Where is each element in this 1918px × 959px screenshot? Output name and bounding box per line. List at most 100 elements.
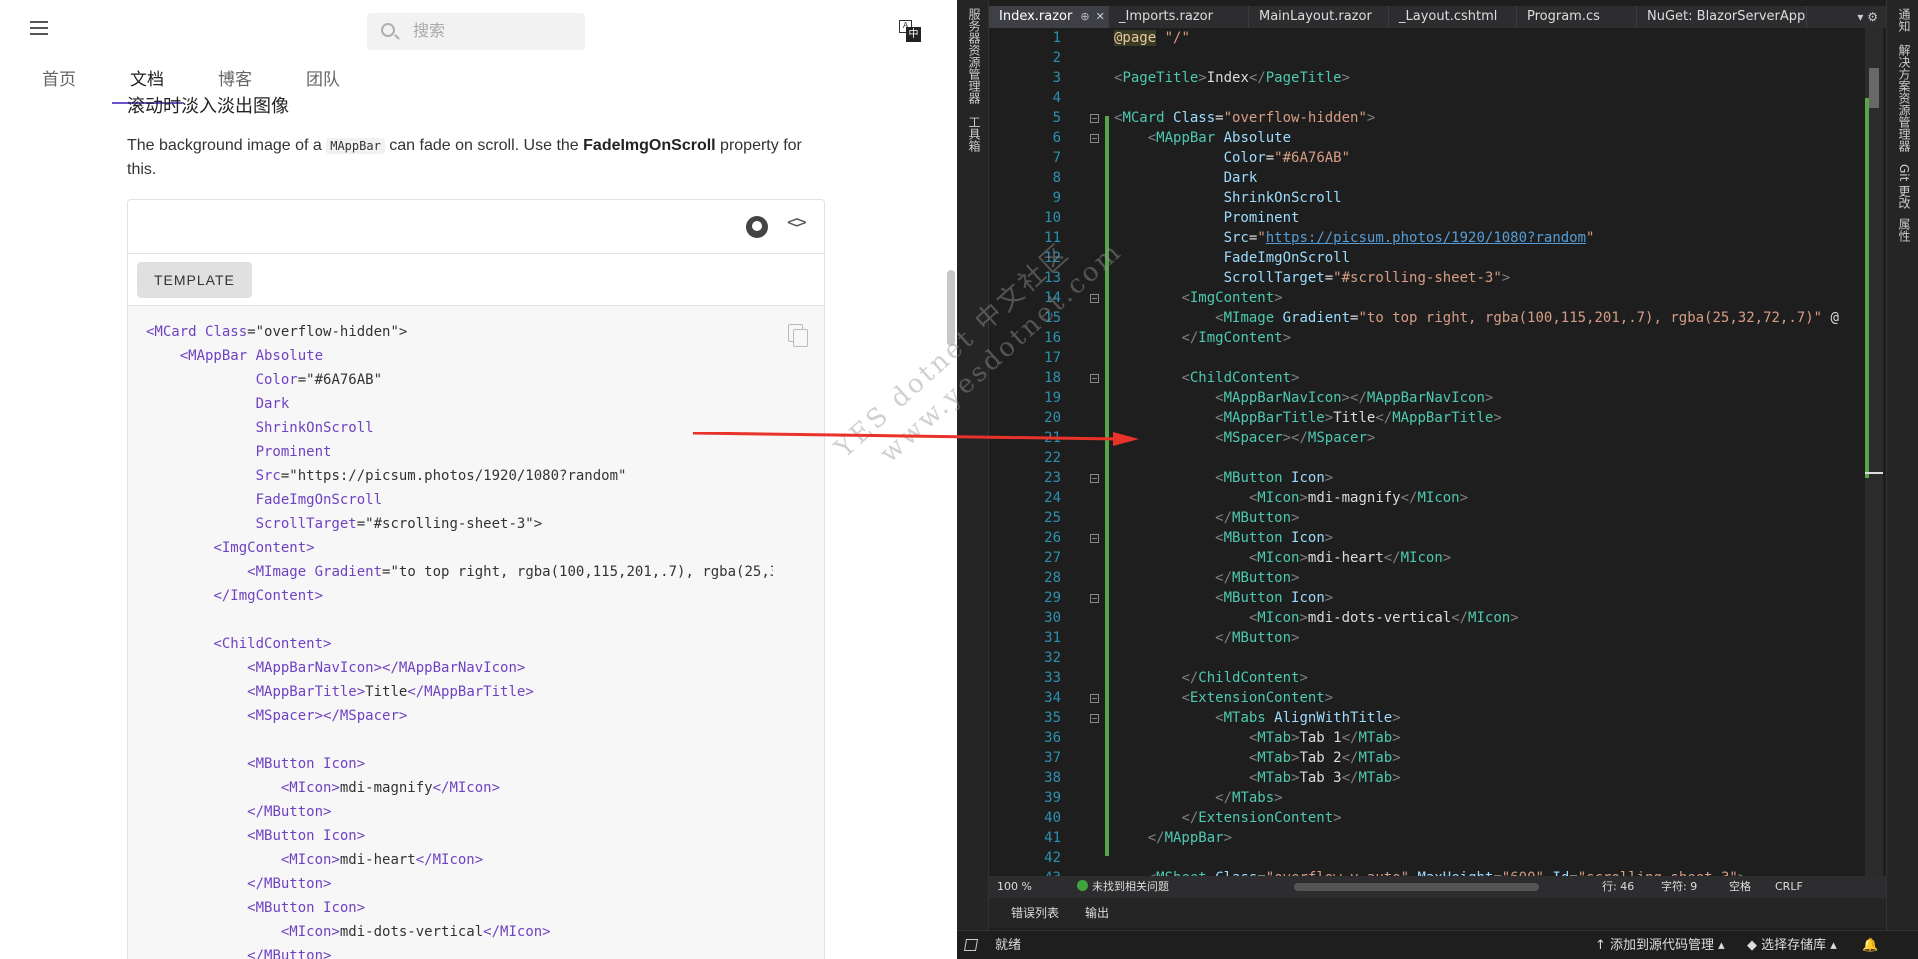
code-token: > — [1291, 630, 1300, 646]
tab-layout-cshtml[interactable]: _Layout.cshtml — [1389, 6, 1517, 28]
select-repository[interactable]: ◆ 选择存储库 ▴ — [1747, 931, 1837, 959]
code-token: </ — [1181, 330, 1199, 346]
code-editor[interactable]: 1 2 3 4 5 6 7 8 9 10 11 12 13 14 15 16 17 18 19 20 21 22 23 24 2… — [989, 28, 1886, 876]
code-line: </ImgContent> — [146, 584, 773, 608]
output-tab[interactable]: 输出 — [1085, 906, 1109, 920]
fold-toggle-icon[interactable]: − — [1090, 534, 1099, 543]
template-button[interactable]: TEMPLATE — [137, 262, 252, 298]
eol-indicator[interactable]: CRLF — [1775, 876, 1803, 898]
code-token: MTab — [1257, 770, 1292, 786]
code-line: </MButton> — [146, 872, 773, 896]
code-token: </ — [1248, 70, 1266, 86]
line-number: 3 — [1052, 70, 1061, 86]
code-token: <MButton — [247, 828, 324, 844]
code-line: ScrollTarget="#scrolling-sheet-3"> — [1114, 268, 1854, 288]
code-token: > — [1299, 550, 1308, 566]
code-token: mdi-heart — [1307, 550, 1384, 566]
code-token: > — [1198, 70, 1207, 86]
tab-nuget[interactable]: NuGet: BlazorServerApp — [1637, 6, 1807, 28]
fold-toggle-icon[interactable]: − — [1090, 694, 1099, 703]
editor-text[interactable]: @page "/" <PageTitle>Index</PageTitle> <MC… — [1114, 28, 1854, 876]
nav-home[interactable]: 首页 — [24, 62, 94, 102]
code-token: "overflow-hidden" — [1223, 110, 1367, 126]
fold-toggle-icon[interactable]: − — [1090, 134, 1099, 143]
code-line: <MButton Icon> — [146, 752, 773, 776]
menu-icon[interactable] — [30, 21, 48, 35]
tab-program-cs[interactable]: Program.cs — [1517, 6, 1637, 28]
code-token: > — [1324, 410, 1334, 426]
code-token: ="to top right, rgba(100,115,201,.7), rg… — [382, 564, 773, 580]
page-scrollbar[interactable] — [947, 270, 955, 346]
git-changes-tab[interactable]: Git 更改 — [1896, 164, 1913, 209]
code-token: </MAppBarTitle> — [407, 684, 534, 700]
code-token: <MIcon> — [280, 924, 340, 940]
nav-team[interactable]: 团队 — [288, 62, 358, 102]
fold-toggle-icon[interactable]: − — [1090, 374, 1099, 383]
close-icon[interactable]: ✕ — [1096, 10, 1105, 23]
code-line: </ChildContent> — [1114, 668, 1854, 688]
fold-toggle-icon[interactable]: − — [1090, 714, 1099, 723]
code-token: Absolute — [255, 348, 324, 364]
line-number: 1 — [1052, 30, 1061, 46]
code-line: </MButton> — [1114, 628, 1854, 648]
editor-scrollbar[interactable] — [1865, 28, 1883, 876]
fold-toggle-icon[interactable]: − — [1090, 594, 1099, 603]
properties-tab[interactable]: 属性 — [1896, 218, 1913, 242]
search-icon — [381, 23, 395, 37]
toolbox-tab[interactable]: 工具箱 — [966, 116, 983, 152]
pin-icon[interactable]: ⊕ — [1080, 10, 1089, 23]
code-token: Icon — [1291, 470, 1325, 486]
code-token: MTab — [1257, 730, 1292, 746]
code-token: > — [1442, 550, 1452, 566]
code-line: <MAppBarTitle>Title</MAppBarTitle> — [1114, 408, 1854, 428]
desc-bold: FadeImgOnScroll — [583, 137, 716, 154]
code-line: <MButton Icon> — [1114, 528, 1854, 548]
scroll-thumb[interactable] — [1869, 68, 1879, 108]
tab-imports-razor[interactable]: _Imports.razor — [1109, 6, 1249, 28]
line-number: 22 — [1044, 450, 1061, 466]
error-list-tab[interactable]: 错误列表 — [989, 906, 1059, 920]
search-input[interactable]: 搜索 — [367, 13, 585, 50]
code-token: </MButton> — [247, 804, 332, 820]
solution-explorer-tab[interactable]: 解决方案资源管理器 — [1896, 44, 1913, 152]
code-line: <MTab>Tab 1</MTab> — [1114, 728, 1854, 748]
indent-indicator[interactable]: 空格 — [1729, 876, 1751, 898]
document-tabs: Index.razor ⊕ ✕ _Imports.razor MainLayout.… — [989, 6, 1886, 28]
notifications-tab[interactable]: 通知 — [1896, 8, 1913, 32]
code-line: <MImage Gradient="to top right, rgba(100… — [146, 560, 773, 584]
code-token: > — [1291, 570, 1300, 586]
issues-indicator[interactable]: 未找到相关问题 — [1077, 876, 1169, 898]
tab-dropdown-icon[interactable]: ▾ ⚙ — [1857, 6, 1878, 28]
code-token: @page — [1114, 30, 1157, 46]
code-token: Class — [205, 324, 248, 340]
tab-mainlayout-razor[interactable]: MainLayout.razor — [1249, 6, 1389, 28]
fold-toggle-icon[interactable]: − — [1090, 474, 1099, 483]
status-ready: 就绪 — [963, 931, 1021, 959]
add-to-source-control[interactable]: ↑ 添加到源代码管理 ▴ — [1595, 931, 1725, 959]
zoom-level[interactable]: 100 % — [997, 876, 1032, 898]
code-token: MIcon — [1257, 550, 1300, 566]
fold-toggle-icon[interactable]: − — [1090, 294, 1099, 303]
code-line: <MTabs AlignWithTitle> — [1114, 708, 1854, 728]
fold-toggle-icon[interactable]: − — [1090, 114, 1099, 123]
server-explorer-tab[interactable]: 服务器资源管理器 — [966, 8, 983, 104]
github-icon[interactable] — [746, 216, 768, 238]
code-icon[interactable]: <> — [787, 212, 807, 233]
copy-icon[interactable] — [788, 324, 808, 347]
tab-index-razor[interactable]: Index.razor ⊕ ✕ — [989, 6, 1109, 28]
notification-bell-icon[interactable]: 🔔 — [1862, 931, 1878, 959]
translate-icon[interactable]: A 中 — [899, 20, 921, 42]
horizontal-scrollbar[interactable] — [1294, 883, 1539, 891]
code-token: <ChildContent> — [213, 636, 332, 652]
